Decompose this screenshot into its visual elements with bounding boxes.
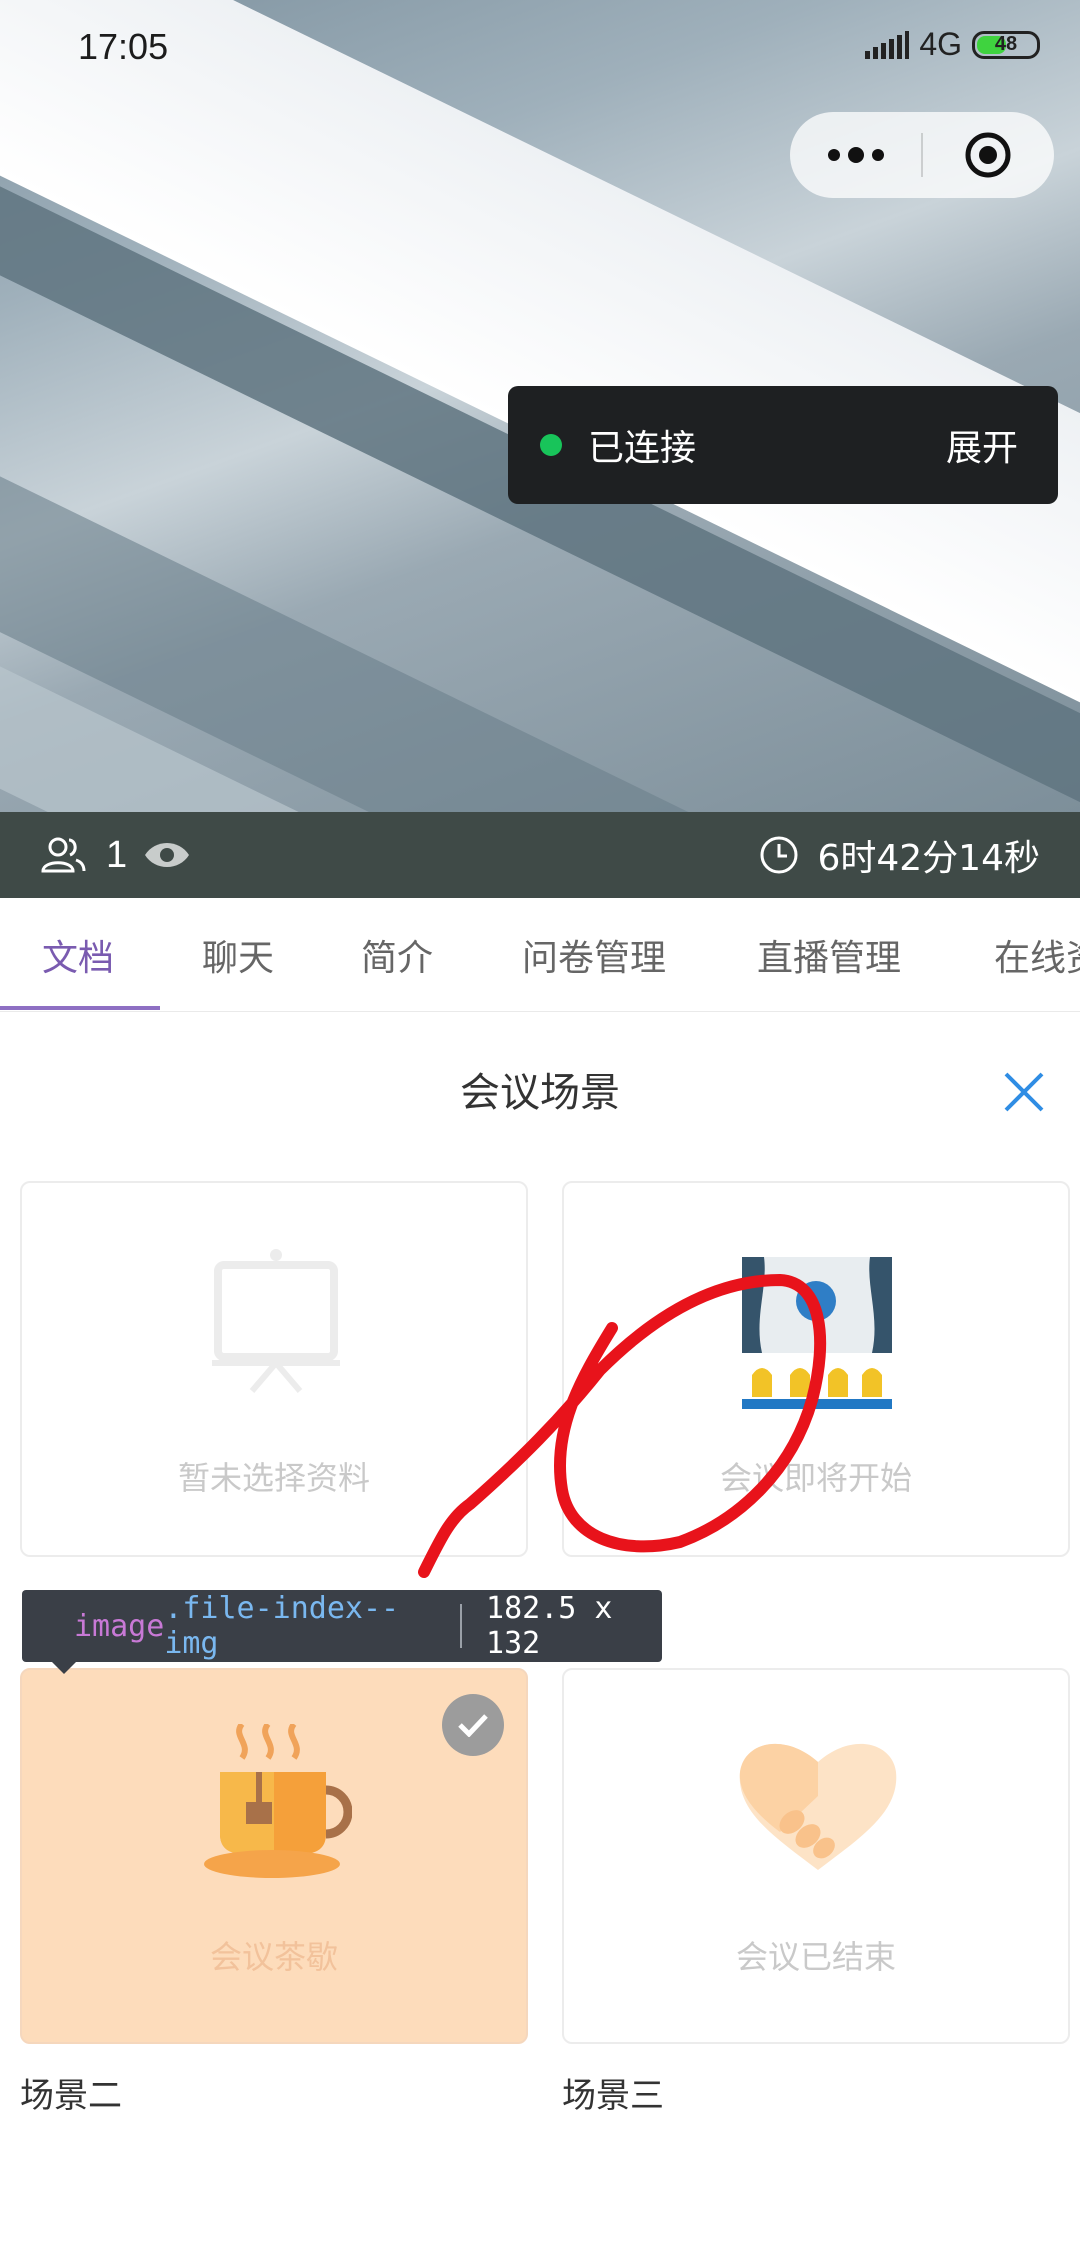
scene-card-none[interactable]: 暂未选择资料 (20, 1181, 528, 1557)
tab-documents[interactable]: 文档 (42, 898, 114, 1011)
tab-bar: 文档 聊天 简介 问卷管理 直播管理 在线资 (0, 898, 1080, 1012)
theater-stage-icon (742, 1257, 892, 1409)
inspector-size: 182.5 x 132 (486, 1591, 613, 1661)
scene-caption: 会议已结束 (735, 1938, 896, 1976)
live-video-area[interactable]: 17:05 4G 48 已连接 展开 (0, 0, 1080, 812)
active-tab-indicator (0, 1006, 160, 1010)
tab-survey-management[interactable]: 问卷管理 (522, 898, 666, 1011)
duration-text: 6时42分14秒 (817, 838, 1040, 879)
selected-check-icon (442, 1694, 504, 1756)
scene-label-three: 场景三 (562, 2076, 664, 2116)
inspector-class: .file-index--img (164, 1591, 400, 1661)
live-info-bar: 1 6时42分14秒 (0, 812, 1080, 898)
scene-caption: 会议即将开始 (719, 1459, 912, 1497)
connection-toast: 已连接 展开 (508, 386, 1058, 504)
live-duration: 6时42分14秒 (759, 829, 1040, 881)
target-icon (965, 132, 1011, 178)
network-type: 4G (919, 26, 962, 62)
status-indicators: 4G 48 (865, 26, 1040, 63)
tab-live-management[interactable]: 直播管理 (757, 898, 901, 1011)
battery-icon: 48 (972, 30, 1040, 59)
signal-icon (865, 30, 910, 59)
connected-dot-icon (540, 434, 562, 456)
tab-online[interactable]: 在线资 (994, 898, 1080, 1011)
viewer-count: 1 (106, 833, 128, 876)
more-button[interactable] (790, 112, 921, 198)
tea-cup-icon (204, 1724, 352, 1878)
clock-icon (760, 836, 798, 874)
connection-status: 已连接 (588, 428, 697, 469)
tab-chat[interactable]: 聊天 (202, 898, 274, 1011)
element-inspector-tooltip: image .file-index--img 182.5 x 132 (22, 1590, 662, 1662)
status-bar: 17:05 4G 48 (0, 0, 1080, 100)
panel-title: 会议场景 (460, 1070, 620, 1116)
scene-caption: 会议茶歇 (209, 1938, 338, 1976)
users-icon (41, 837, 86, 873)
scene-card-ended[interactable]: 会议已结束 (562, 1668, 1070, 2044)
more-dots-icon (827, 147, 884, 163)
status-time: 17:05 (78, 26, 169, 67)
close-icon[interactable] (1000, 1068, 1048, 1116)
expand-button[interactable]: 展开 (946, 419, 1018, 471)
scene-card-break[interactable]: 会议茶歇 (20, 1668, 528, 2044)
tab-intro[interactable]: 简介 (361, 898, 433, 1011)
scene-card-starting[interactable]: 会议即将开始 (562, 1181, 1070, 1557)
close-miniprogram-button[interactable] (923, 112, 1054, 198)
inspector-tag: image (74, 1608, 165, 1644)
eye-icon (145, 843, 190, 867)
miniprogram-capsule (790, 112, 1054, 198)
battery-level: 48 (994, 33, 1018, 55)
presentation-board-icon (212, 1249, 340, 1393)
scene-caption: 暂未选择资料 (177, 1459, 370, 1497)
inspector-pointer (50, 1660, 78, 1674)
handshake-heart-icon (739, 1743, 897, 1870)
scene-label-two: 场景二 (20, 2076, 122, 2116)
